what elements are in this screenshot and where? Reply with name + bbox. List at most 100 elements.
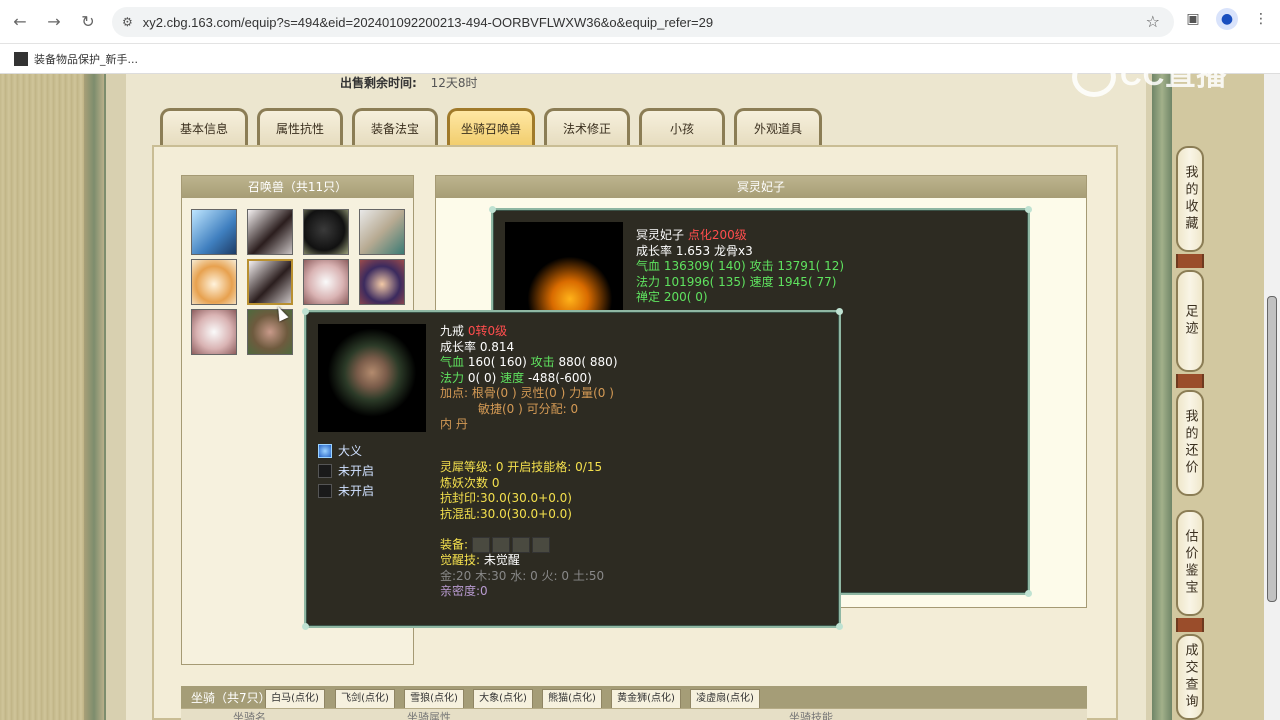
summon-thumb[interactable] (191, 209, 237, 255)
mount-col-name: 坐骑名 (233, 711, 266, 720)
equip-slot (471, 537, 490, 553)
popup-level: 0转0级 (467, 324, 508, 338)
skill-dayi-icon (318, 443, 332, 458)
transaction-query-label: 成交查询 (1182, 643, 1198, 711)
popup-lianyao: 炼妖次数 0 (440, 475, 500, 490)
summon-thumb[interactable] (359, 209, 405, 255)
bookmark-star-icon[interactable]: ☆ (1146, 12, 1160, 31)
popup-skill-1: 大义 (338, 444, 363, 458)
sale-time-value: 12天8时 (430, 76, 478, 90)
appraisal-label: 估价鉴宝 (1182, 529, 1198, 597)
pet-level: 点化200级 (687, 228, 747, 242)
mount-tab-7[interactable]: 凌虚扇(点化) (690, 689, 760, 708)
my-counter-offer-button[interactable]: 我的还价 (1176, 390, 1204, 496)
popup-kangfengyin-label: 抗封印: (440, 491, 481, 505)
tab-basic-info[interactable]: 基本信息 (160, 108, 248, 146)
popup-skill-row: 未开启 (318, 462, 374, 479)
popup-skill-row: 未开启 (318, 482, 374, 499)
tab-equipment[interactable]: 装备法宝 (352, 108, 438, 146)
popup-hp: 160( 160) (467, 355, 527, 369)
footprint-label: 足迹 (1182, 304, 1198, 338)
back-icon[interactable]: ← (6, 8, 34, 36)
popup-extra-stats: 灵犀等级: 0 开启技能格: 0/15 炼妖次数 0 抗封印:30.0(30.0… (440, 460, 604, 600)
my-favorites-label: 我的收藏 (1182, 165, 1198, 233)
locked-skill-icon (318, 483, 332, 498)
pet-detail-title: 冥灵妃子 (436, 176, 1086, 198)
page-scrollbar[interactable] (1264, 74, 1280, 720)
my-favorites-button[interactable]: 我的收藏 (1176, 146, 1204, 252)
pet-spd-label: 速度 (749, 274, 774, 289)
popup-atk-label: 攻击 (530, 355, 555, 369)
pet-mp: 101996( 135) (663, 274, 746, 289)
address-bar[interactable]: ⚙ xy2.cbg.163.com/equip?s=494&eid=202401… (112, 7, 1174, 37)
popup-skill-row: 大义 (318, 442, 362, 459)
mount-tab-2[interactable]: 飞剑(点化) (335, 689, 395, 708)
sale-remaining-time: 出售剩余时间: 12天8时 (340, 74, 478, 91)
summon-thumb[interactable] (303, 209, 349, 255)
pet-atk: 13791( 12) (777, 259, 845, 273)
tab-mount-summon[interactable]: 坐骑召唤兽 (447, 108, 535, 146)
menu-icon[interactable]: ⋮ (1250, 8, 1272, 30)
popup-points-2: 敏捷(0 ) 可分配: 0 (478, 401, 579, 416)
popup-neidan: 内 丹 (440, 417, 468, 431)
bookmark-favicon-icon (14, 51, 28, 66)
tab-appearance[interactable]: 外观道具 (734, 108, 822, 146)
popup-kangfengyin: 30.0(30.0+0.0) (480, 491, 572, 505)
url-text[interactable]: xy2.cbg.163.com/equip?s=494&eid=20240109… (143, 15, 713, 30)
popup-points-1: 根骨(0 ) 灵性(0 ) 力量(0 ) (471, 386, 614, 400)
mount-tab-5[interactable]: 熊猫(点化) (542, 689, 602, 708)
pet-hp-label: 气血 (636, 259, 661, 273)
popup-skill-2: 未开启 (338, 464, 375, 478)
info-tabs: 基本信息 属性抗性 装备法宝 坐骑召唤兽 法术修正 小孩 外观道具 (160, 108, 831, 146)
mount-col-attr: 坐骑属性 (407, 711, 451, 720)
summon-thumb-selected[interactable] (247, 259, 293, 305)
popup-awaken-value: 未觉醒 (483, 553, 520, 567)
tab-child[interactable]: 小孩 (639, 108, 725, 146)
pet-hp: 136309( 140) (663, 259, 746, 273)
pet-atk-label: 攻击 (749, 259, 774, 273)
profile-avatar-icon[interactable]: ● (1216, 8, 1238, 30)
transaction-query-button[interactable]: 成交查询 (1176, 634, 1204, 720)
mount-tab-3[interactable]: 雪狼(点化) (404, 689, 464, 708)
popup-intimacy: 亲密度:0 (440, 584, 488, 598)
right-decoration (1152, 74, 1172, 720)
mount-panel-header: 坐骑（共7只） 白马(点化) 飞剑(点化) 雪狼(点化) 大象(点化) 熊猫(点… (181, 686, 1087, 708)
popup-portrait (318, 324, 426, 432)
mount-table-header: 坐骑名 坐骑属性 坐骑技能 (181, 708, 1087, 720)
popup-atk: 880( 880) (558, 355, 618, 369)
tab-spell-correction[interactable]: 法术修正 (544, 108, 630, 146)
appraisal-button[interactable]: 估价鉴宝 (1176, 510, 1204, 616)
equip-slot (491, 537, 510, 553)
forward-icon[interactable]: → (40, 8, 68, 36)
pet-stats: 冥灵妃子 点化200级 成长率 1.653 龙骨x3 气血 136309( 14… (636, 228, 844, 306)
scrollbar-thumb[interactable] (1267, 296, 1277, 602)
footprint-button[interactable]: 足迹 (1176, 270, 1204, 372)
reload-icon[interactable]: ↻ (74, 8, 102, 36)
mount-tab-4[interactable]: 大象(点化) (473, 689, 533, 708)
mount-title: 坐骑（共7只） (191, 691, 271, 705)
popup-growth: 成长率 0.814 (440, 339, 515, 354)
sale-time-label: 出售剩余时间: (340, 76, 417, 90)
summon-thumb[interactable] (191, 309, 237, 355)
summon-thumb[interactable] (359, 259, 405, 305)
summon-thumb[interactable] (303, 259, 349, 305)
mount-tab-1[interactable]: 白马(点化) (265, 689, 325, 708)
equip-slot (511, 537, 530, 553)
bookmark-item[interactable]: 装备物品保护_新手... (34, 51, 138, 67)
side-panel-icon[interactable]: ▣ (1182, 8, 1204, 30)
button-separator (1176, 618, 1204, 632)
popup-mp: 0( 0) (467, 370, 497, 385)
locked-skill-icon (318, 463, 332, 478)
summon-thumb[interactable] (247, 209, 293, 255)
my-counter-offer-label: 我的还价 (1182, 409, 1198, 477)
popup-spd-label: 速度 (500, 370, 525, 385)
browser-toolbar: ← → ↻ ⚙ xy2.cbg.163.com/equip?s=494&eid=… (0, 0, 1280, 44)
pet-name: 冥灵妃子 (636, 228, 685, 242)
summon-list-title: 召唤兽（共11只） (182, 176, 413, 198)
left-decoration (0, 74, 104, 720)
popup-elements: 金:20 木:30 水: 0 火: 0 土:50 (440, 568, 605, 583)
mount-tab-6[interactable]: 黄金狮(点化) (611, 689, 681, 708)
summon-thumb[interactable] (191, 259, 237, 305)
site-info-icon[interactable]: ⚙ (122, 15, 133, 29)
tab-attributes[interactable]: 属性抗性 (257, 108, 343, 146)
